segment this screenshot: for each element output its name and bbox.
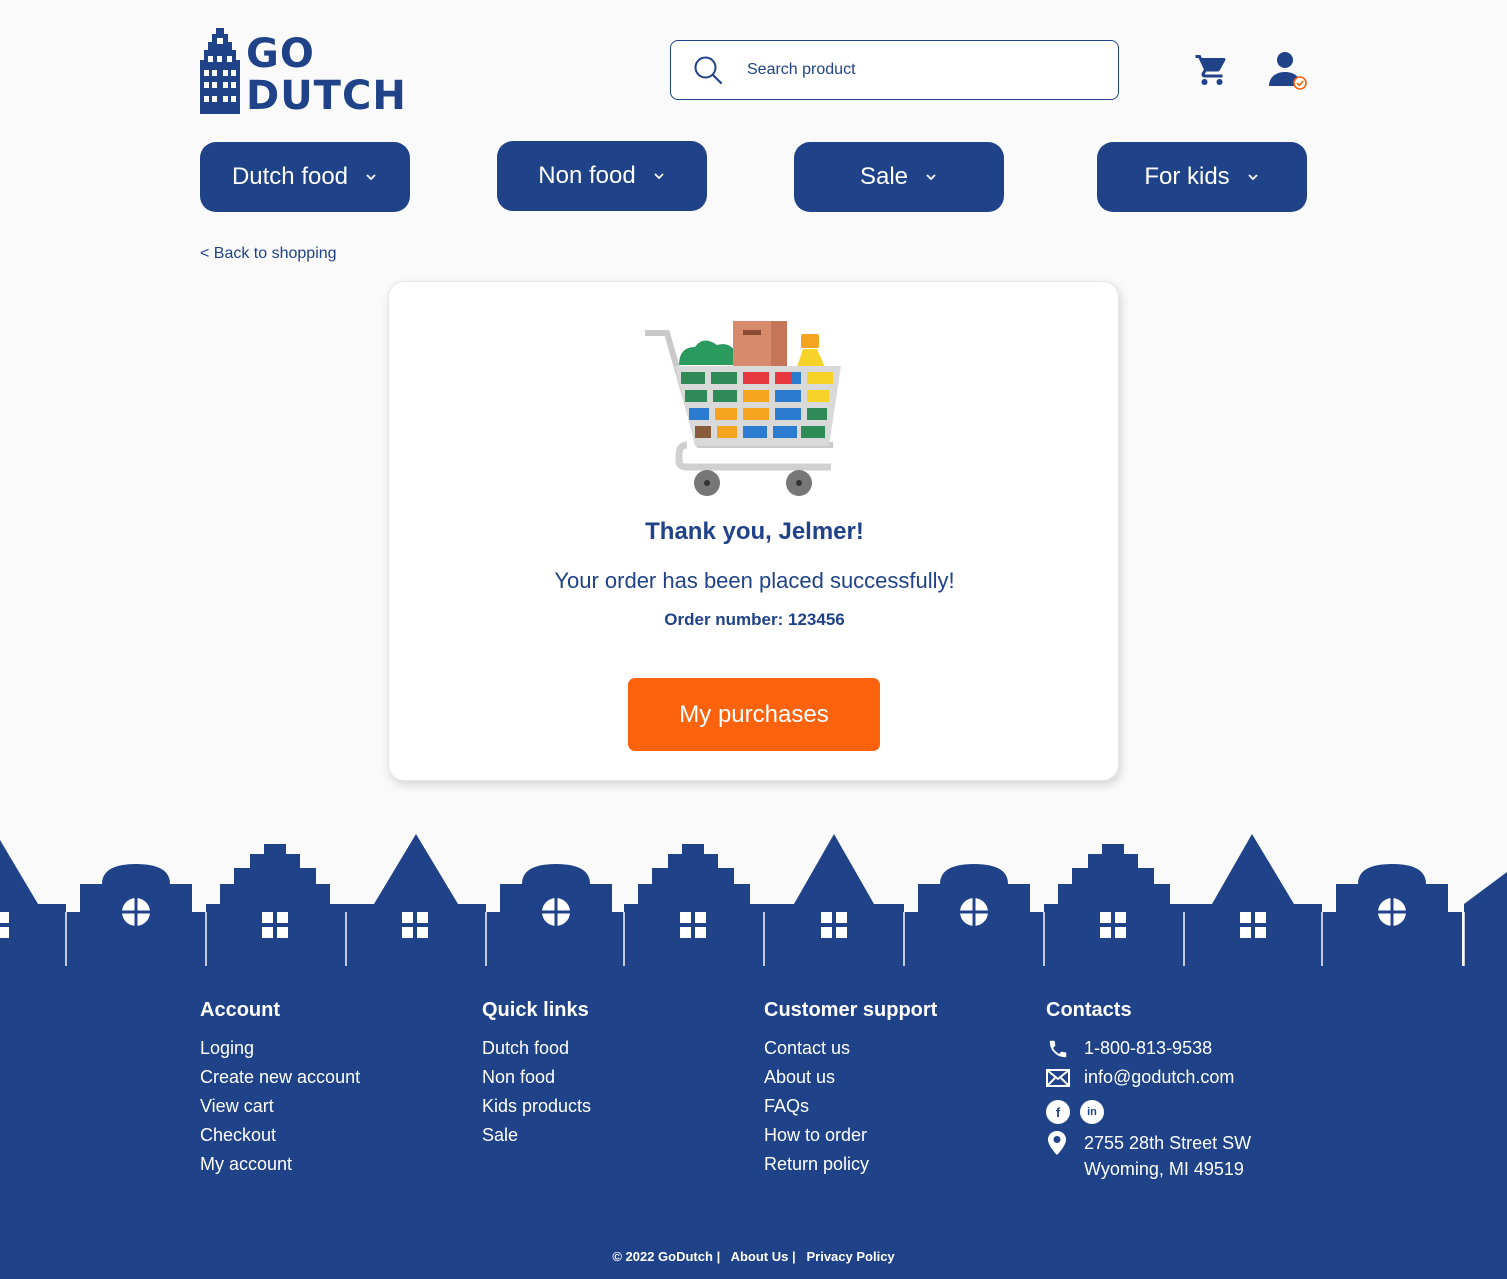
phone-icon bbox=[1049, 1040, 1067, 1057]
logo[interactable]: GO DUTCH bbox=[200, 26, 406, 116]
address-line-2: Wyoming, MI 49519 bbox=[1084, 1159, 1244, 1179]
social-links: f in bbox=[1046, 1100, 1251, 1124]
phone-number: 1-800-813-9538 bbox=[1084, 1038, 1213, 1058]
my-purchases-button[interactable]: My purchases bbox=[628, 678, 880, 751]
divider: | bbox=[791, 1249, 803, 1264]
footer-contacts-column: Contacts 1-800-813-9538 info@godutch.com… bbox=[1046, 999, 1251, 1182]
about-us-link[interactable]: About Us bbox=[731, 1249, 789, 1264]
footer-heading: Contacts bbox=[1046, 999, 1132, 1021]
privacy-policy-link[interactable]: Privacy Policy bbox=[806, 1249, 894, 1264]
footer-link-view-cart[interactable]: View cart bbox=[200, 1092, 360, 1121]
footer-link-non-food[interactable]: Non food bbox=[482, 1063, 591, 1092]
chevron-down-icon bbox=[366, 174, 376, 181]
footer-heading: Customer support bbox=[764, 999, 938, 1021]
search-bar[interactable] bbox=[670, 40, 1119, 100]
nav-label: Non food bbox=[538, 162, 636, 189]
contact-email[interactable]: info@godutch.com bbox=[1046, 1063, 1251, 1092]
location-pin-icon bbox=[1048, 1131, 1066, 1155]
footer-link-about-us[interactable]: About us bbox=[764, 1063, 937, 1092]
footer-link-contact-us[interactable]: Contact us bbox=[764, 1034, 937, 1063]
nav-label: Dutch food bbox=[231, 163, 349, 190]
footer-link-checkout[interactable]: Checkout bbox=[200, 1121, 360, 1150]
copyright-text: © 2022 GoDutch bbox=[612, 1249, 713, 1264]
footer-link-kids-products[interactable]: Kids products bbox=[482, 1092, 591, 1121]
order-success-message: Your order has been placed successfully! bbox=[554, 568, 955, 593]
footer-link-return-policy[interactable]: Return policy bbox=[764, 1150, 937, 1179]
email-icon bbox=[1046, 1068, 1070, 1087]
footer-link-sale[interactable]: Sale bbox=[482, 1121, 591, 1150]
canal-houses-skyline bbox=[0, 834, 1507, 968]
footer-link-create-account[interactable]: Create new account bbox=[200, 1063, 360, 1092]
footer-heading: Account bbox=[200, 999, 280, 1021]
footer-support-column: Customer support Contact us About us FAQ… bbox=[764, 999, 937, 1179]
chevron-down-icon bbox=[926, 174, 936, 181]
facebook-icon[interactable]: f bbox=[1046, 1100, 1070, 1124]
footer-link-login[interactable]: Loging bbox=[200, 1034, 360, 1063]
canal-house-logo-icon bbox=[200, 28, 240, 114]
nav-label: For kids bbox=[1144, 163, 1230, 190]
linkedin-icon[interactable]: in bbox=[1080, 1100, 1104, 1124]
nav-label: Sale bbox=[859, 163, 909, 190]
back-to-shopping-link[interactable]: < Back to shopping bbox=[200, 245, 337, 263]
chevron-down-icon bbox=[654, 173, 664, 180]
contact-phone[interactable]: 1-800-813-9538 bbox=[1046, 1034, 1251, 1063]
nav-sale[interactable]: Sale bbox=[794, 142, 1004, 212]
address-line-1: 2755 28th Street SW bbox=[1084, 1133, 1252, 1153]
footer-link-faqs[interactable]: FAQs bbox=[764, 1092, 937, 1121]
contact-address: 2755 28th Street SW Wyoming, MI 49519 bbox=[1046, 1130, 1251, 1182]
footer-link-my-account[interactable]: My account bbox=[200, 1150, 360, 1179]
search-icon[interactable] bbox=[693, 55, 723, 85]
logo-line-1: GO bbox=[246, 31, 315, 77]
user-account-icon[interactable] bbox=[1266, 50, 1310, 92]
order-number: Order number: 123456 bbox=[664, 610, 845, 629]
copyright-bar: © 2022 GoDutch | About Us | Privacy Poli… bbox=[0, 1249, 1507, 1264]
nav-dutch-food[interactable]: Dutch food bbox=[200, 142, 410, 212]
footer-link-how-to-order[interactable]: How to order bbox=[764, 1121, 937, 1150]
thank-you-heading: Thank you, Jelmer! bbox=[645, 518, 864, 545]
nav-non-food[interactable]: Non food bbox=[497, 141, 707, 211]
email-address: info@godutch.com bbox=[1084, 1067, 1235, 1087]
search-input[interactable] bbox=[747, 61, 1077, 79]
footer-quick-links-column: Quick links Dutch food Non food Kids pro… bbox=[482, 999, 591, 1150]
divider: | bbox=[716, 1249, 728, 1264]
logo-line-2: DUTCH bbox=[246, 73, 407, 119]
footer-account-column: Account Loging Create new account View c… bbox=[200, 999, 360, 1179]
shopping-cart-icon[interactable] bbox=[1194, 52, 1230, 88]
order-confirmation-card: Thank you, Jelmer! Your order has been p… bbox=[388, 281, 1119, 781]
chevron-down-icon bbox=[1248, 174, 1258, 181]
logo-wordmark: GO DUTCH bbox=[246, 26, 407, 116]
nav-for-kids[interactable]: For kids bbox=[1097, 142, 1307, 212]
shopping-cart-illustration-icon bbox=[645, 321, 841, 496]
footer-link-dutch-food[interactable]: Dutch food bbox=[482, 1034, 591, 1063]
footer-heading: Quick links bbox=[482, 999, 589, 1021]
